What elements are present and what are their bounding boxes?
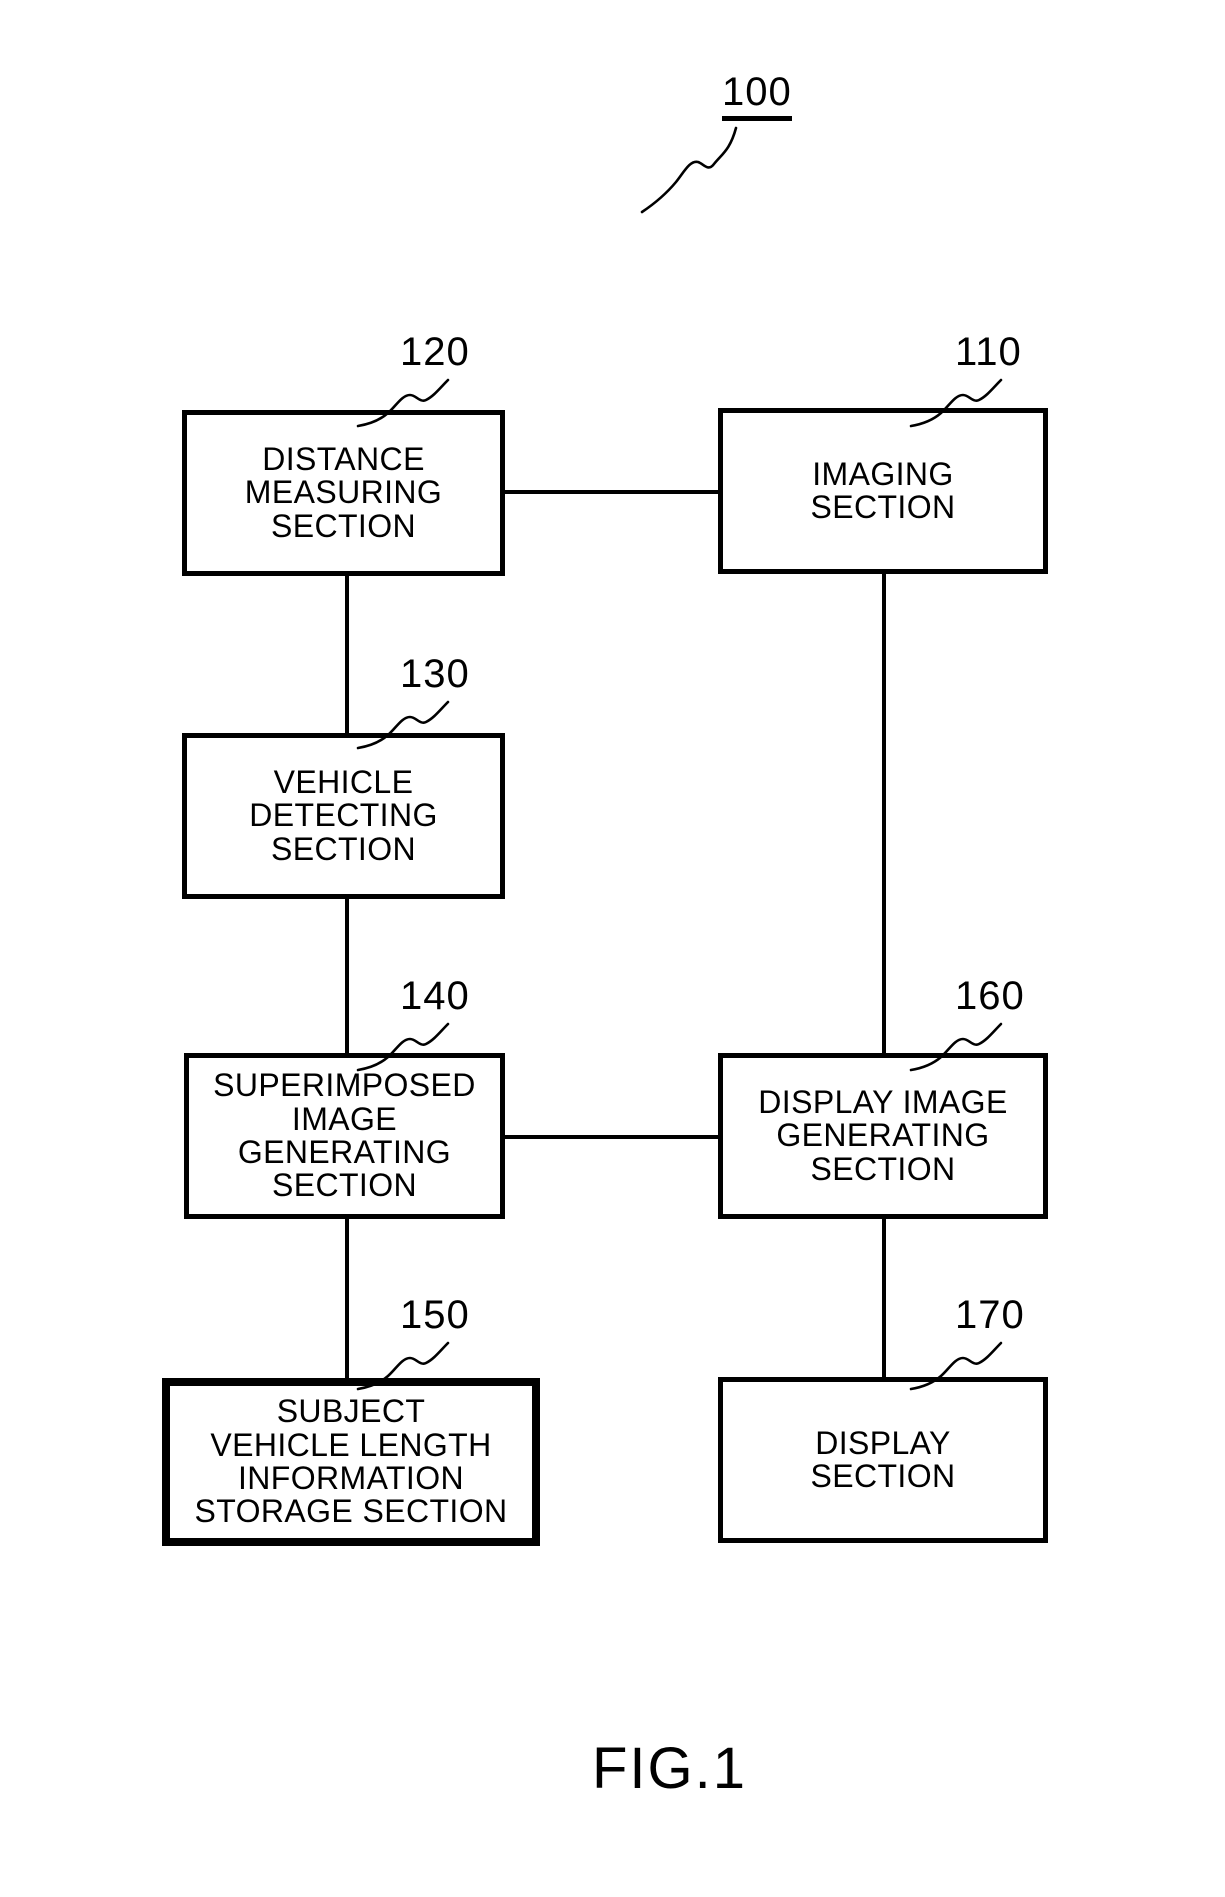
- connector-vehicle-detecting-to-superimposed: [345, 888, 349, 1066]
- leader-line-170: [909, 1341, 1003, 1391]
- ref-number-100: 100: [722, 72, 792, 121]
- leader-line-100: [640, 126, 738, 214]
- block-label-distance-measuring-section: DISTANCE MEASURING SECTION: [244, 441, 443, 544]
- ref-number-160: 160: [955, 974, 1025, 1018]
- block-label-imaging-section: IMAGING SECTION: [810, 455, 956, 525]
- patent-figure-canvas: 100 120 DISTANCE MEASURING SECTION 110 I…: [0, 0, 1225, 1897]
- block-label-display-image-generating-section: DISPLAY IMAGE GENERATING SECTION: [758, 1084, 1008, 1187]
- block-imaging-section[interactable]: IMAGING SECTION: [718, 408, 1048, 574]
- leader-line-110: [909, 378, 1003, 428]
- block-vehicle-detecting-section[interactable]: VEHICLE DETECTING SECTION: [182, 733, 505, 899]
- ref-number-120: 120: [400, 330, 470, 374]
- connector-display-image-to-display: [882, 1210, 886, 1388]
- connector-distance-to-vehicle-detecting: [345, 565, 349, 745]
- block-superimposed-image-generating-section[interactable]: SUPERIMPOSED IMAGE GENERATING SECTION: [184, 1053, 505, 1219]
- connector-superimposed-to-storage: [345, 1210, 349, 1388]
- block-display-section[interactable]: DISPLAY SECTION: [718, 1377, 1048, 1543]
- connector-superimposed-to-display-image: [500, 1135, 728, 1139]
- leader-line-130: [356, 700, 450, 750]
- leader-line-160: [909, 1022, 1003, 1072]
- block-label-subject-vehicle-length-information-storage-section: SUBJECT VEHICLE LENGTH INFORMATION STORA…: [194, 1393, 508, 1530]
- block-label-vehicle-detecting-section: VEHICLE DETECTING SECTION: [249, 764, 438, 867]
- block-subject-vehicle-length-information-storage-section[interactable]: SUBJECT VEHICLE LENGTH INFORMATION STORA…: [162, 1378, 540, 1546]
- leader-line-150: [356, 1341, 450, 1391]
- connector-imaging-to-display-image: [882, 565, 886, 1061]
- ref-number-170: 170: [955, 1293, 1025, 1337]
- block-label-superimposed-image-generating-section: SUPERIMPOSED IMAGE GENERATING SECTION: [213, 1067, 476, 1204]
- ref-number-140: 140: [400, 974, 470, 1018]
- block-display-image-generating-section[interactable]: DISPLAY IMAGE GENERATING SECTION: [718, 1053, 1048, 1219]
- ref-number-150: 150: [400, 1293, 470, 1337]
- leader-line-120: [356, 378, 450, 428]
- figure-caption: FIG.1: [592, 1736, 748, 1801]
- leader-line-140: [356, 1022, 450, 1072]
- ref-number-130: 130: [400, 652, 470, 696]
- connector-distance-to-imaging: [500, 490, 728, 494]
- block-distance-measuring-section[interactable]: DISTANCE MEASURING SECTION: [182, 410, 505, 576]
- block-label-display-section: DISPLAY SECTION: [810, 1424, 956, 1494]
- ref-number-110: 110: [955, 330, 1022, 374]
